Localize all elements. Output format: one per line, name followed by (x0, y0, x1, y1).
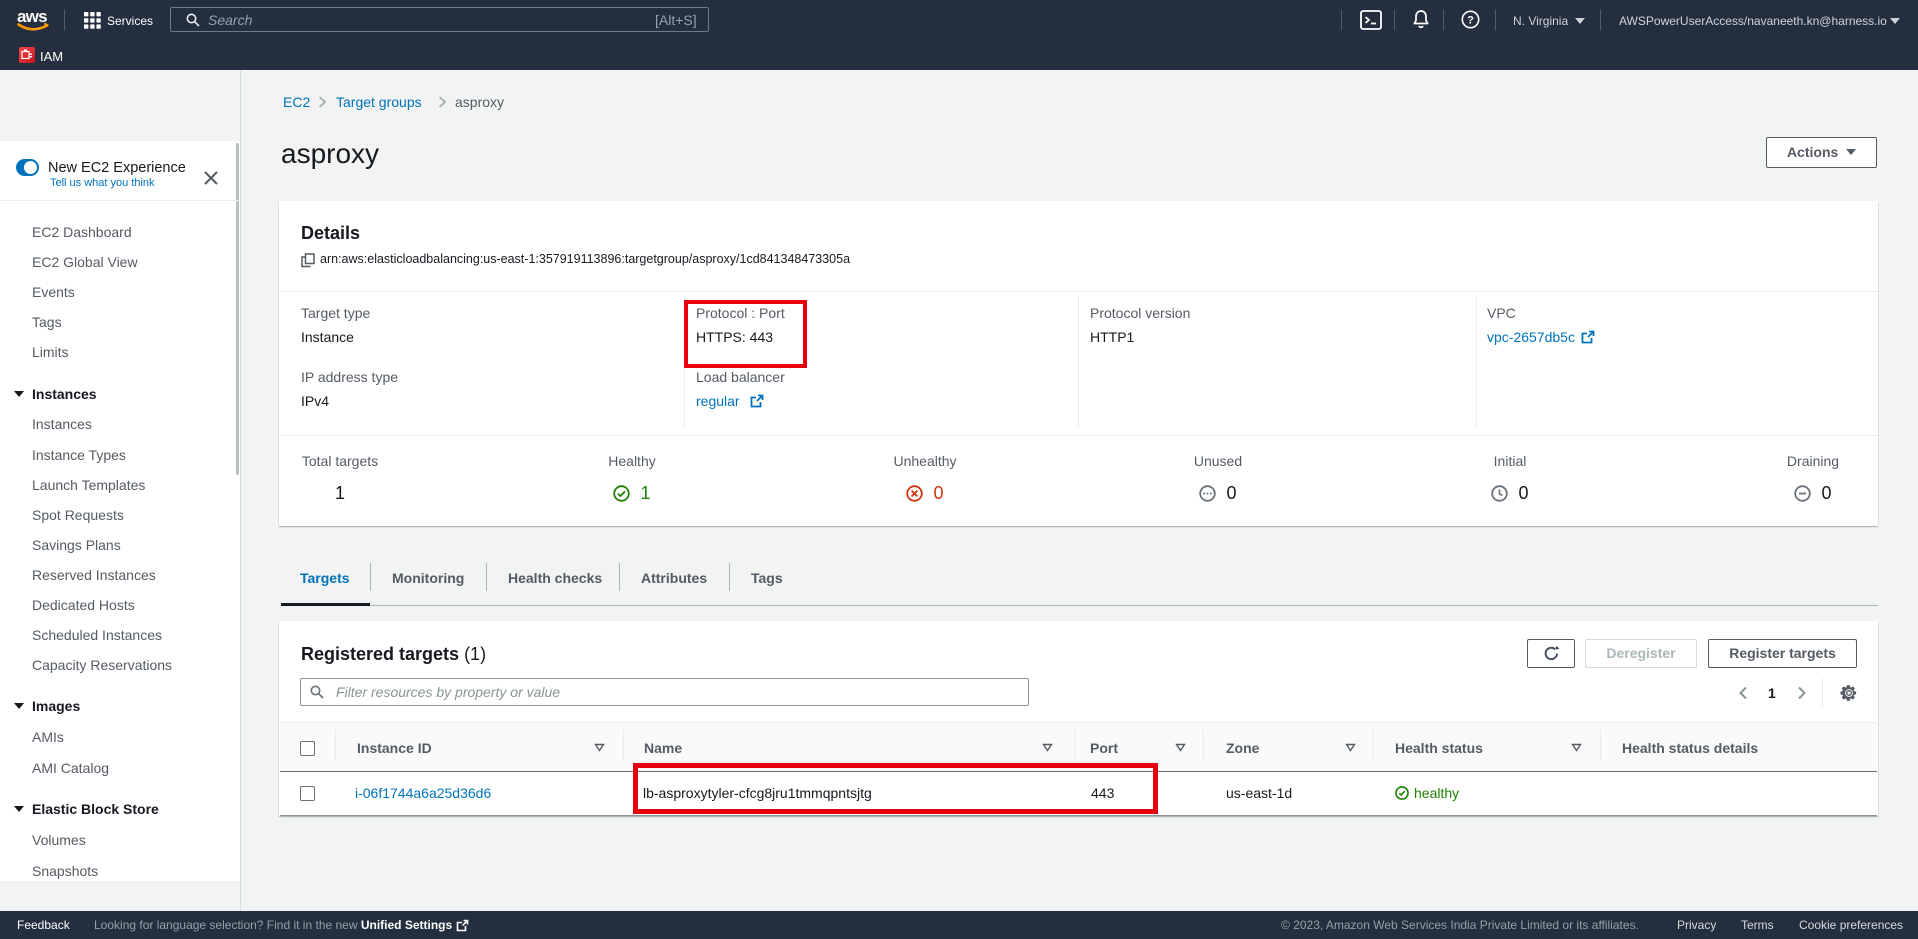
svg-text:?: ? (1467, 14, 1474, 26)
svg-text:aws: aws (17, 7, 47, 26)
